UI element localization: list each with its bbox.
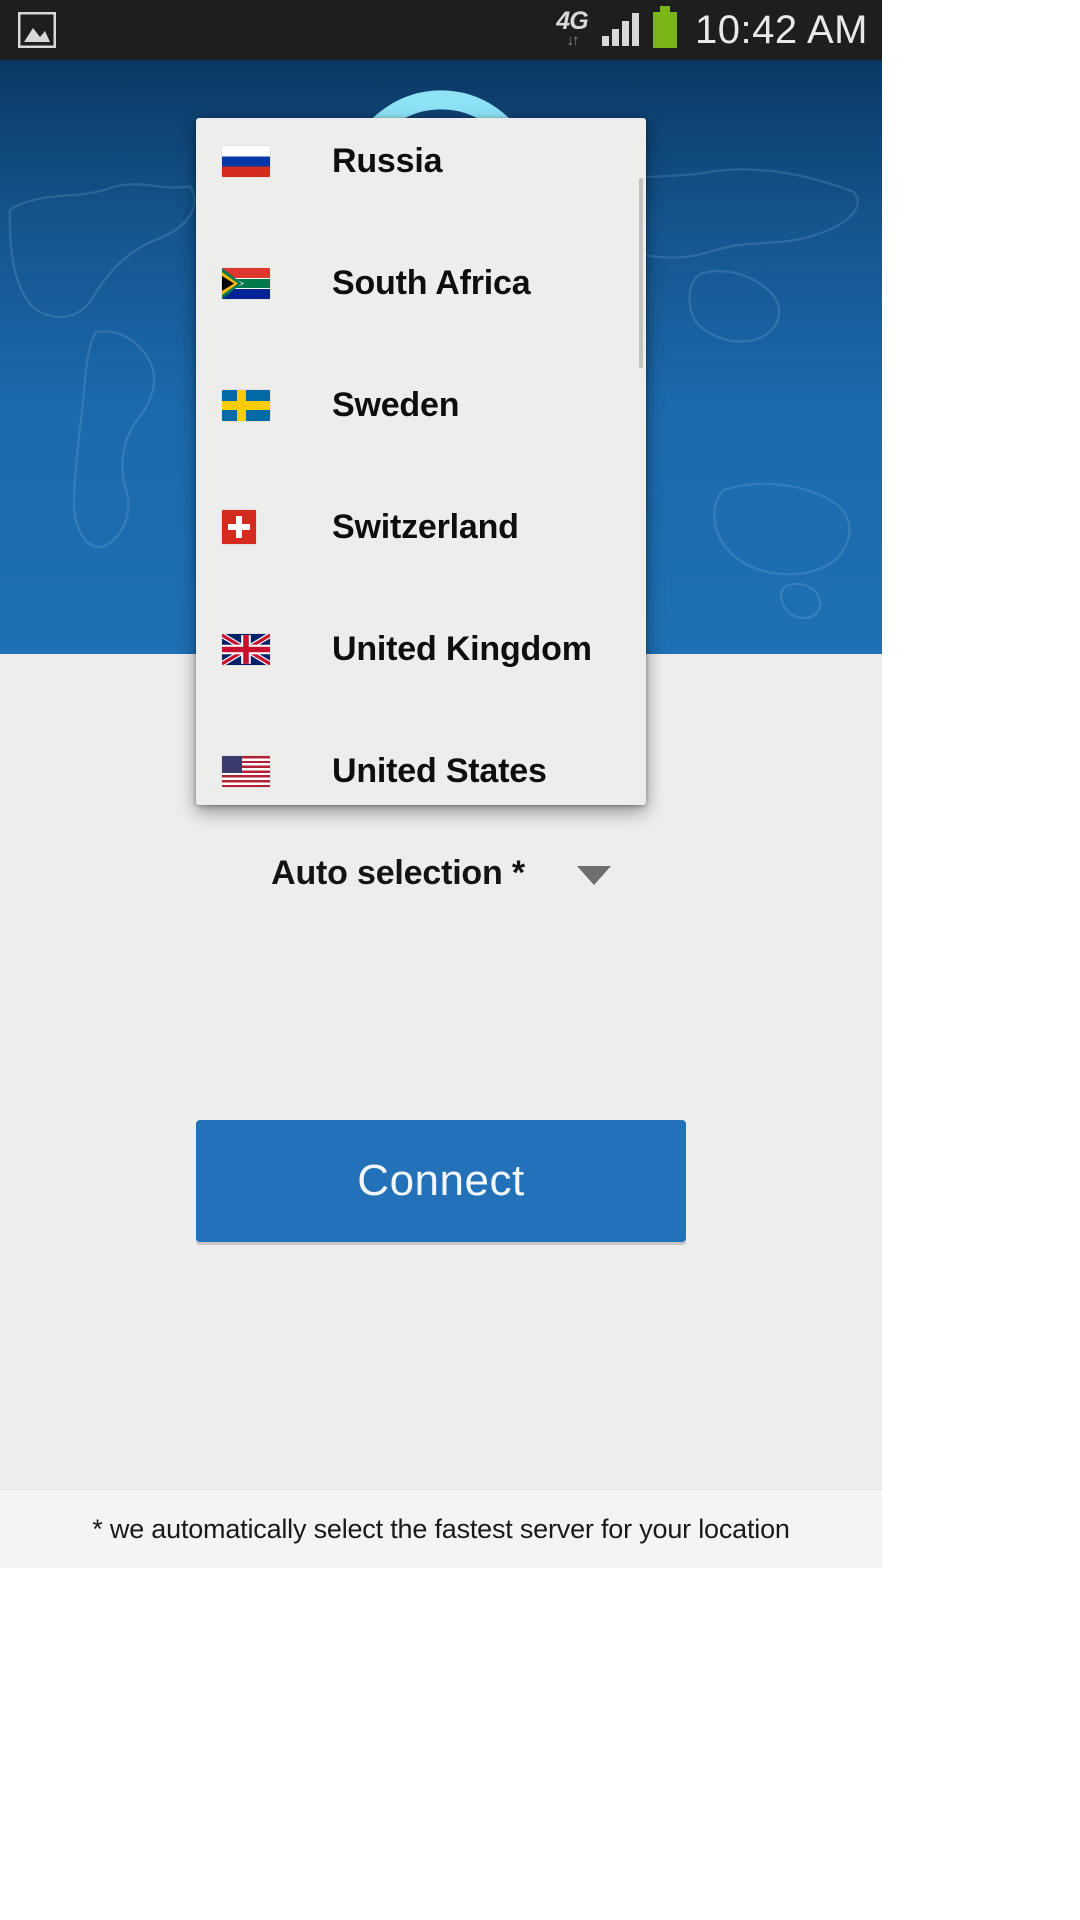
country-dropdown-list: Russia South Africa Sweden Switzerland U… (196, 118, 646, 805)
dropdown-scrollbar[interactable] (639, 178, 643, 368)
country-dropdown-menu[interactable]: Russia South Africa Sweden Switzerland U… (196, 118, 646, 805)
status-bar: 4G ↓↑ 10:42 AM (0, 0, 882, 60)
server-selector[interactable]: Auto selection * (0, 854, 882, 893)
dropdown-item-united-states[interactable]: United States (196, 710, 646, 805)
dropdown-item-united-kingdom[interactable]: United Kingdom (196, 588, 646, 710)
network-type-icon: 4G ↓↑ (552, 4, 592, 56)
dropdown-item-label: Sweden (332, 385, 460, 424)
server-selector-value: Auto selection * (271, 854, 525, 892)
status-icons: 4G ↓↑ 10:42 AM (552, 0, 868, 60)
dropdown-item-south-africa[interactable]: South Africa (196, 222, 646, 344)
connect-button[interactable]: Connect (196, 1120, 686, 1242)
data-arrows-icon: ↓↑ (566, 32, 579, 49)
dropdown-item-sweden[interactable]: Sweden (196, 344, 646, 466)
footer-note: * we automatically select the fastest se… (92, 1513, 790, 1544)
dropdown-item-label: Switzerland (332, 507, 519, 546)
dropdown-item-label: United Kingdom (332, 629, 592, 668)
flag-russia-icon (222, 145, 270, 177)
footer-bar: * we automatically select the fastest se… (0, 1489, 882, 1568)
dropdown-item-label: United States (332, 751, 547, 790)
dropdown-item-label: South Africa (332, 263, 531, 302)
flag-sweden-icon (222, 389, 270, 421)
flag-united-kingdom-icon (222, 633, 270, 665)
image-icon (17, 11, 57, 49)
status-bar-clock: 10:42 AM (694, 8, 868, 52)
battery-full-icon (652, 6, 677, 48)
network-label: 4G (556, 7, 588, 35)
chevron-down-icon (576, 866, 611, 885)
dropdown-item-switzerland[interactable]: Switzerland (196, 466, 646, 588)
dropdown-item-label: Russia (332, 141, 443, 180)
phone-screen: 4G ↓↑ 10:42 AM Auto selection * Connect … (0, 0, 882, 1568)
dropdown-item-russia[interactable]: Russia (196, 118, 646, 222)
flag-united-states-icon (222, 755, 270, 787)
flag-switzerland-icon (222, 510, 256, 544)
flag-south-africa-icon (222, 267, 270, 299)
signal-bars-icon (601, 12, 639, 48)
